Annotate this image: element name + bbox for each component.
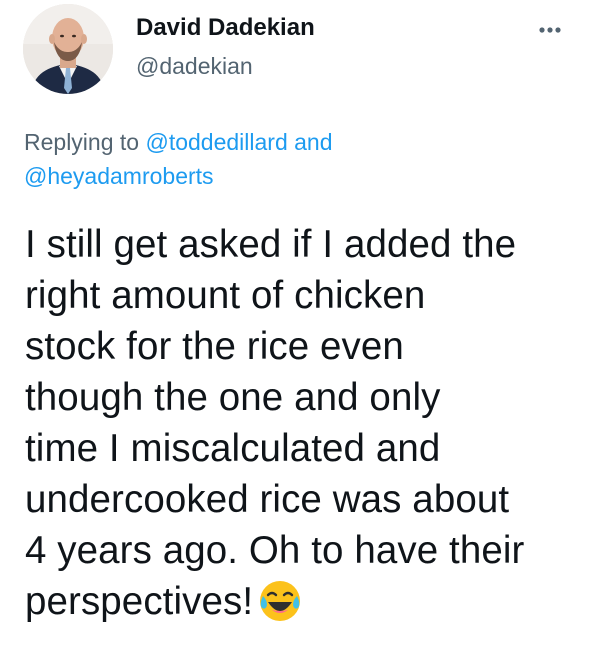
author-avatar[interactable] [23,4,113,94]
tweet-text: I still get asked if I added the right a… [25,219,585,627]
profile-photo-icon [23,4,113,94]
ellipsis-icon [539,27,561,33]
tweet: David Dadekian @dadekian Replying to @to… [0,0,599,646]
tweet-text-line: 4 years ago. Oh to have their [25,529,525,572]
tweet-text-line: stock for the rice even [25,325,404,368]
tweet-text-line: right amount of chicken [25,274,426,317]
mention-link-toddedillard[interactable]: @toddedillard [145,129,287,155]
more-options-button[interactable] [528,12,572,48]
reply-prefix: Replying to [24,129,146,155]
face-with-tears-of-joy-icon [257,578,303,624]
tweet-text-line: time I miscalculated and [25,427,441,470]
tweet-text-line: undercooked rice was about [25,478,510,521]
tweet-text-last-line: perspectives! [25,576,585,627]
mention-link-heyadamroberts[interactable]: @heyadamroberts [24,163,214,189]
tweet-text-line: perspectives! [25,580,254,623]
tweet-text-line: I still get asked if I added the [25,223,517,266]
author-handle[interactable]: @dadekian [136,52,315,80]
author-display-name[interactable]: David Dadekian [136,14,315,42]
tweet-text-line: though the one and only [25,376,441,419]
mention-joiner: and [287,129,333,155]
author-info: David Dadekian @dadekian [136,14,315,80]
reply-context: Replying to @toddedillard and @heyadamro… [24,125,564,193]
